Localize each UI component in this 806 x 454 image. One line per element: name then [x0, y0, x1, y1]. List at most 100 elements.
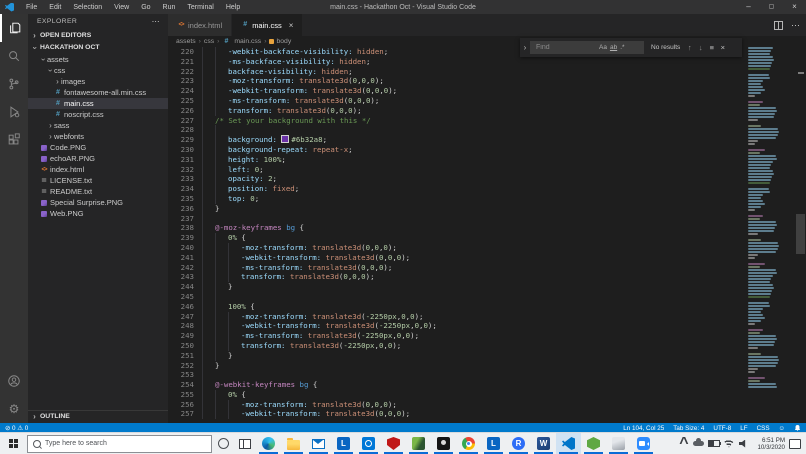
- code-line[interactable]: 256-moz-transform: translate3d(0,0,0);: [168, 400, 748, 410]
- taskbar-app-word[interactable]: W: [531, 433, 556, 454]
- outline-section[interactable]: ›OUTLINE: [28, 410, 168, 423]
- code-line[interactable]: 235top: 0;: [168, 194, 748, 204]
- taskbar-app-mcafee[interactable]: [381, 433, 406, 454]
- line-number[interactable]: 220: [168, 47, 202, 57]
- status-css[interactable]: CSS: [757, 425, 770, 432]
- extensions-icon[interactable]: [0, 126, 28, 154]
- code-line[interactable]: 229background: #6b32a8;: [168, 135, 748, 145]
- taskbar-app-edge[interactable]: [256, 433, 281, 454]
- tab-main-css[interactable]: #main.css×: [232, 14, 302, 36]
- action-center-icon[interactable]: [789, 439, 801, 449]
- code-line[interactable]: 245: [168, 292, 748, 302]
- sidebar-more-icon[interactable]: ⋯: [152, 14, 160, 30]
- explorer-icon[interactable]: [0, 14, 28, 42]
- status-tab-size-4[interactable]: Tab Size: 4: [673, 425, 704, 432]
- menu-item-run[interactable]: Run: [157, 2, 182, 13]
- taskbar-app-lightroom[interactable]: [431, 433, 456, 454]
- breadcrumb-main-css[interactable]: #main.css: [222, 38, 261, 46]
- search-icon[interactable]: [0, 42, 28, 70]
- settings-gear-icon[interactable]: ⚙: [0, 395, 28, 423]
- breadcrumb-assets[interactable]: assets: [176, 38, 196, 45]
- code-line[interactable]: 231height: 100%;: [168, 155, 748, 165]
- editor-more-actions-icon[interactable]: ⋯: [791, 21, 800, 30]
- line-number[interactable]: 237: [168, 214, 202, 224]
- split-editor-icon[interactable]: [774, 21, 783, 30]
- line-number[interactable]: 235: [168, 194, 202, 204]
- code-line[interactable]: 249-ms-transform: translate3d(-2250px,0,…: [168, 331, 748, 341]
- tree-item-noscript-css[interactable]: #noscript.css: [28, 109, 168, 120]
- tree-item-code-png[interactable]: Code.PNG: [28, 142, 168, 153]
- code-line[interactable]: 238@-moz-keyframes bg {: [168, 223, 748, 233]
- line-number[interactable]: 230: [168, 145, 202, 155]
- tab-close-icon[interactable]: ×: [289, 21, 294, 30]
- tree-item-main-css[interactable]: #main.css: [28, 98, 168, 109]
- tree-item-assets[interactable]: ›assets: [28, 54, 168, 65]
- minimap[interactable]: [748, 47, 795, 423]
- code-line[interactable]: 234position: fixed;: [168, 184, 748, 194]
- line-number[interactable]: 226: [168, 106, 202, 116]
- tab-index-html[interactable]: <>index.html: [168, 14, 231, 36]
- status-lf[interactable]: LF: [740, 425, 747, 432]
- code-line[interactable]: 233opacity: 2;: [168, 174, 748, 184]
- line-number[interactable]: 232: [168, 165, 202, 175]
- tree-item-web-png[interactable]: Web.PNG: [28, 208, 168, 219]
- menu-item-file[interactable]: File: [20, 2, 43, 13]
- taskbar-clock[interactable]: 6:51 PM 10/3/2020: [751, 437, 789, 451]
- line-number[interactable]: 248: [168, 321, 202, 331]
- problems-status[interactable]: ⊘ 0 ⚠ 0: [5, 425, 28, 432]
- tree-item-sass[interactable]: ›sass: [28, 120, 168, 131]
- find-in-selection-icon[interactable]: ≡: [706, 43, 717, 52]
- line-number[interactable]: 234: [168, 184, 202, 194]
- code-line[interactable]: 243transform: translate3d(0,0,0);: [168, 272, 748, 282]
- code-line[interactable]: 230background-repeat: repeat-x;: [168, 145, 748, 155]
- source-control-icon[interactable]: [0, 70, 28, 98]
- line-number[interactable]: 242: [168, 263, 202, 273]
- taskbar-app-linkedin[interactable]: L: [331, 433, 356, 454]
- taskbar-app-viewer3d[interactable]: [606, 433, 631, 454]
- tree-item-special-surprise-png[interactable]: Special Surprise.PNG: [28, 197, 168, 208]
- line-number[interactable]: 257: [168, 409, 202, 419]
- taskbar-app-explorer[interactable]: [281, 433, 306, 454]
- line-number[interactable]: 249: [168, 331, 202, 341]
- line-number[interactable]: 233: [168, 174, 202, 184]
- maximize-button[interactable]: ▢: [760, 0, 783, 14]
- breadcrumb-body[interactable]: body: [269, 38, 291, 45]
- notifications-bell-icon[interactable]: [794, 424, 801, 432]
- whole-word-icon[interactable]: ab: [610, 44, 617, 51]
- line-number[interactable]: 253: [168, 370, 202, 380]
- line-number[interactable]: 251: [168, 351, 202, 361]
- taskbar-app-chrome[interactable]: [456, 433, 481, 454]
- code-line[interactable]: 222backface-visibility: hidden;: [168, 67, 748, 77]
- scrollbar-thumb[interactable]: [796, 214, 805, 254]
- menu-item-edit[interactable]: Edit: [43, 2, 67, 13]
- menu-item-selection[interactable]: Selection: [67, 2, 108, 13]
- tree-item-fontawesome-all-min-css[interactable]: #fontawesome-all.min.css: [28, 87, 168, 98]
- code-line[interactable]: 232left: 0;: [168, 165, 748, 175]
- taskbar-search[interactable]: Type here to search: [27, 435, 212, 453]
- tree-item-webfonts[interactable]: ›webfonts: [28, 131, 168, 142]
- line-number[interactable]: 224: [168, 86, 202, 96]
- editor-scrollbar[interactable]: [795, 36, 806, 423]
- account-icon[interactable]: [0, 367, 28, 395]
- menu-item-view[interactable]: View: [108, 2, 135, 13]
- line-number[interactable]: 250: [168, 341, 202, 351]
- taskbar-app-vscode[interactable]: [556, 433, 581, 454]
- taskbar-app-linkedin2[interactable]: L: [481, 433, 506, 454]
- code-line[interactable]: 224-webkit-transform: translate3d(0,0,0)…: [168, 86, 748, 96]
- line-number[interactable]: 255: [168, 390, 202, 400]
- line-number[interactable]: 225: [168, 96, 202, 106]
- status-ln-104-col-25[interactable]: Ln 104, Col 25: [623, 425, 664, 432]
- volume-icon[interactable]: [736, 440, 751, 448]
- task-view-button[interactable]: [234, 433, 256, 454]
- line-number[interactable]: 231: [168, 155, 202, 165]
- code-line[interactable]: 251}: [168, 351, 748, 361]
- code-line[interactable]: 244}: [168, 282, 748, 292]
- workspace-section[interactable]: ›HACKATHON OCT: [28, 42, 168, 54]
- code-line[interactable]: 237: [168, 214, 748, 224]
- code-line[interactable]: 227/* Set your background with this */: [168, 116, 748, 126]
- line-number[interactable]: 243: [168, 272, 202, 282]
- line-number[interactable]: 245: [168, 292, 202, 302]
- find-next-icon[interactable]: ↓: [695, 43, 706, 52]
- code-line[interactable]: 257-webkit-transform: translate3d(0,0,0)…: [168, 409, 748, 419]
- feedback-smiley-icon[interactable]: ☺: [779, 425, 785, 432]
